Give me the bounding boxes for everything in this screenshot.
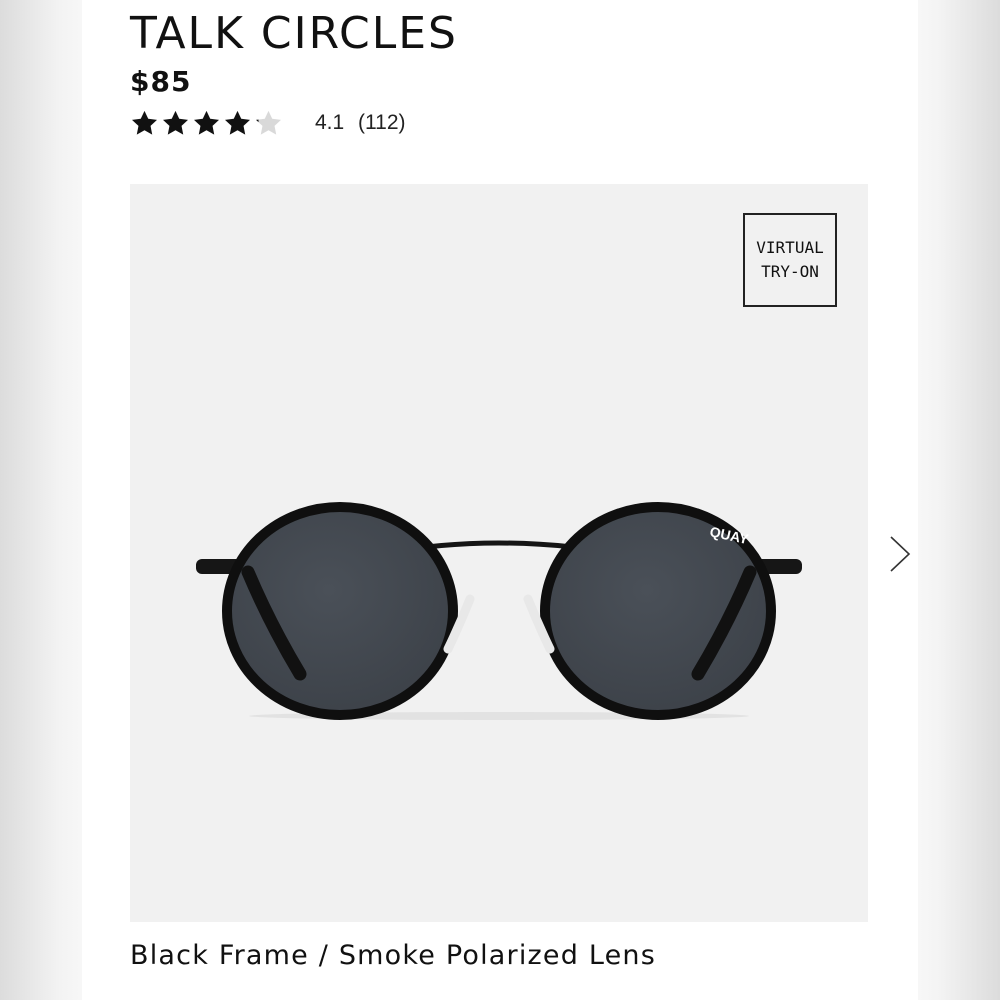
star-icon [130, 109, 159, 138]
star-rating [130, 109, 283, 138]
rating-row[interactable]: 4.1 (112) [130, 106, 406, 140]
star-icon [161, 109, 190, 138]
virtual-tryon-button[interactable]: VIRTUAL TRY-ON [743, 213, 837, 307]
product-title: TALK CIRCLES [130, 8, 458, 59]
rating-count[interactable]: (112) [358, 111, 405, 134]
product-price: $85 [130, 65, 192, 98]
virtual-tryon-line1: VIRTUAL [756, 238, 824, 257]
variant-label: Black Frame / Smoke Polarized Lens [130, 940, 656, 971]
rating-summary: 4.1 (112) [315, 111, 406, 135]
product-page: TALK CIRCLES $85 4.1 (112) QUAY VIRTUAL … [82, 0, 918, 1000]
star-icon [192, 109, 221, 138]
chevron-right-icon[interactable] [884, 534, 914, 574]
product-image[interactable]: QUAY VIRTUAL TRY-ON [130, 184, 868, 922]
star-icon [254, 109, 283, 138]
rating-value: 4.1 [315, 111, 345, 134]
star-icon [223, 109, 252, 138]
virtual-tryon-line2: TRY-ON [761, 262, 819, 281]
